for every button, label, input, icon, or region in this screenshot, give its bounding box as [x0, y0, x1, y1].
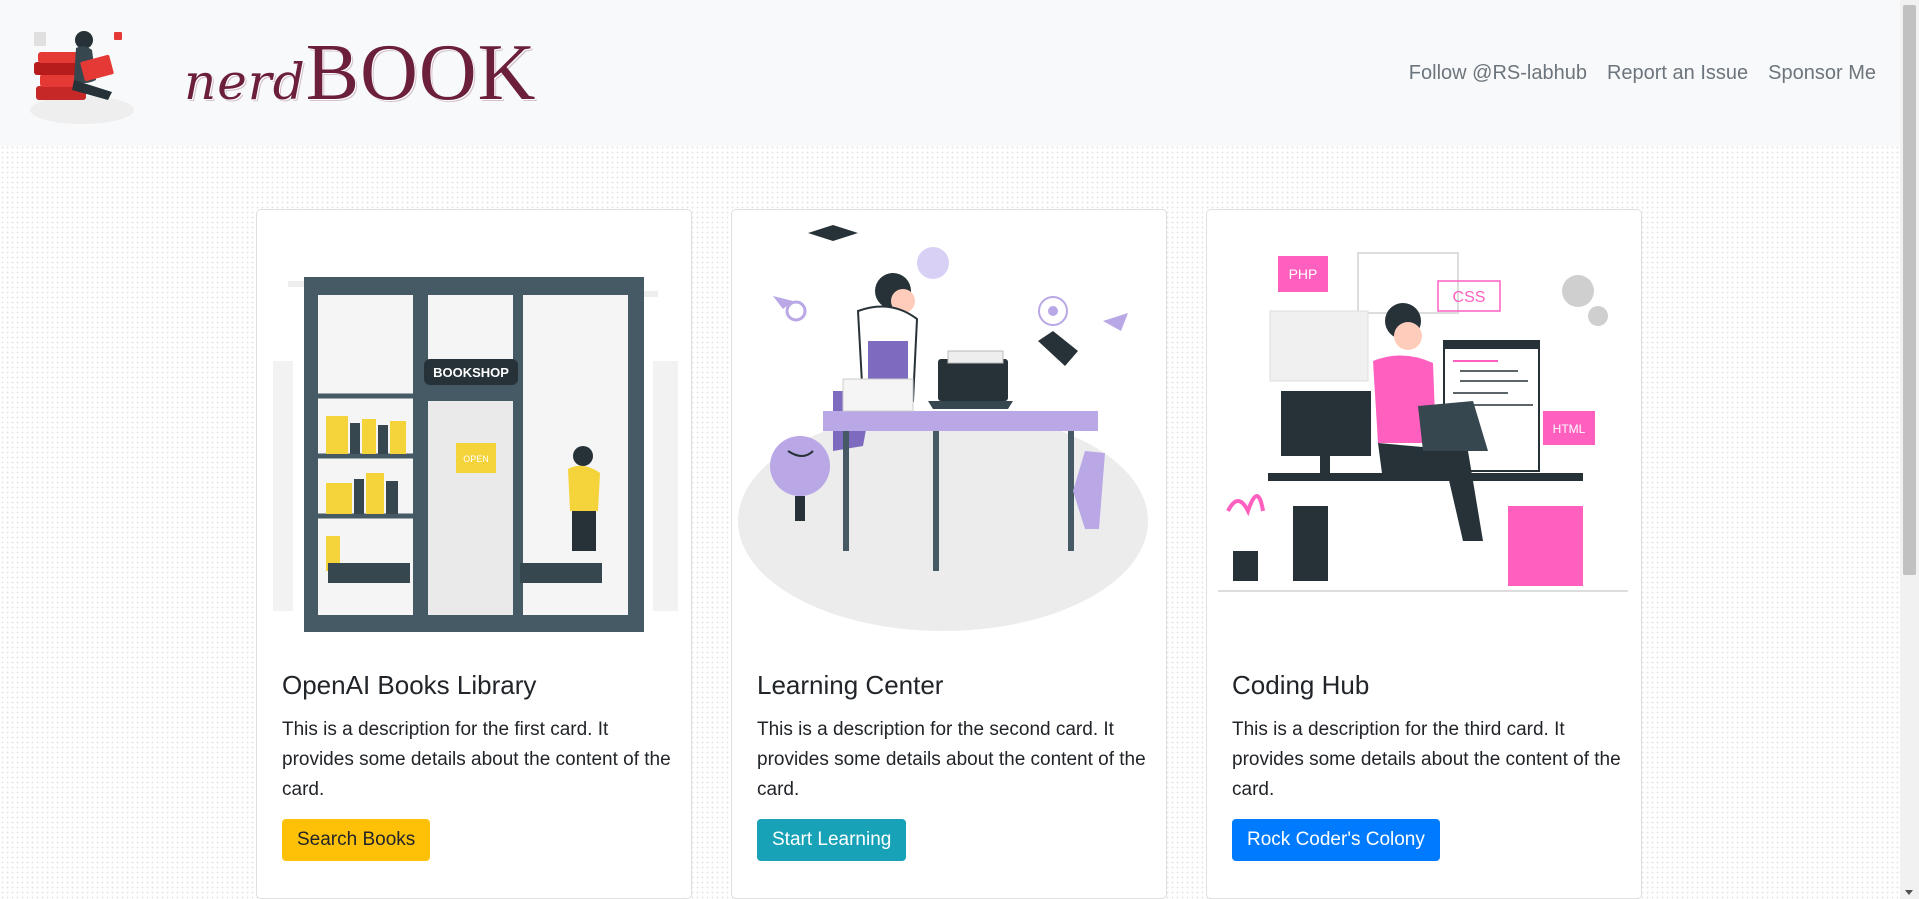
- bookshop-storefront-illustration-icon: BOOKSHOP OPEN: [273, 277, 678, 632]
- card-books-library: BOOKSHOP OPEN OpenAI Books Library This …: [256, 209, 692, 899]
- card-body: Learning Center This is a description fo…: [757, 670, 1147, 861]
- card-text: This is a description for the second car…: [757, 719, 1146, 800]
- html-tag: HTML: [1553, 422, 1586, 436]
- bookshop-sign: BOOKSHOP: [433, 365, 509, 380]
- scrollbar-thumb[interactable]: [1903, 5, 1916, 575]
- nav-links: Follow @RS-labhub Report an Issue Sponso…: [1389, 62, 1876, 85]
- brand-name-small: nerd: [184, 52, 306, 111]
- brand-home-link[interactable]: nerd BOOK: [22, 18, 536, 128]
- nav-link-report-issue[interactable]: Report an Issue: [1607, 62, 1748, 85]
- developer-coding-laptop-illustration-icon: PHP CSS HTML: [1218, 252, 1628, 592]
- rock-coders-colony-button[interactable]: Rock Coder's Colony: [1232, 819, 1440, 861]
- nav-link-sponsor[interactable]: Sponsor Me: [1768, 62, 1876, 85]
- brand-name: nerd BOOK: [184, 28, 536, 119]
- card-coding-hub: PHP CSS HTML Coding Hub This is a descri…: [1206, 209, 1642, 899]
- card-text: This is a description for the first card…: [282, 719, 671, 800]
- card-title: OpenAI Books Library: [282, 670, 537, 700]
- brand-name-big: BOOK: [305, 28, 537, 117]
- card-body: OpenAI Books Library This is a descripti…: [282, 670, 672, 861]
- open-sign: OPEN: [463, 454, 489, 464]
- card-title: Learning Center: [757, 670, 944, 700]
- card-text: This is a description for the third card…: [1232, 719, 1621, 800]
- card-title: Coding Hub: [1232, 670, 1370, 700]
- navbar: nerd BOOK Follow @RS-labhub Report an Is…: [0, 0, 1900, 146]
- card-body: Coding Hub This is a description for the…: [1232, 670, 1622, 861]
- page-scrollbar[interactable]: [1900, 0, 1919, 899]
- nav-link-follow[interactable]: Follow @RS-labhub: [1409, 62, 1587, 85]
- card-learning-center: Learning Center This is a description fo…: [731, 209, 1167, 899]
- girl-reading-books-logo-icon: [30, 31, 134, 124]
- search-books-button[interactable]: Search Books: [282, 819, 431, 861]
- php-tag: PHP: [1289, 266, 1318, 282]
- student-studying-desk-illustration-icon: [738, 225, 1148, 631]
- start-learning-button[interactable]: Start Learning: [757, 819, 907, 861]
- css-tag: CSS: [1453, 289, 1486, 306]
- scroll-down-arrow-icon[interactable]: [1905, 890, 1913, 895]
